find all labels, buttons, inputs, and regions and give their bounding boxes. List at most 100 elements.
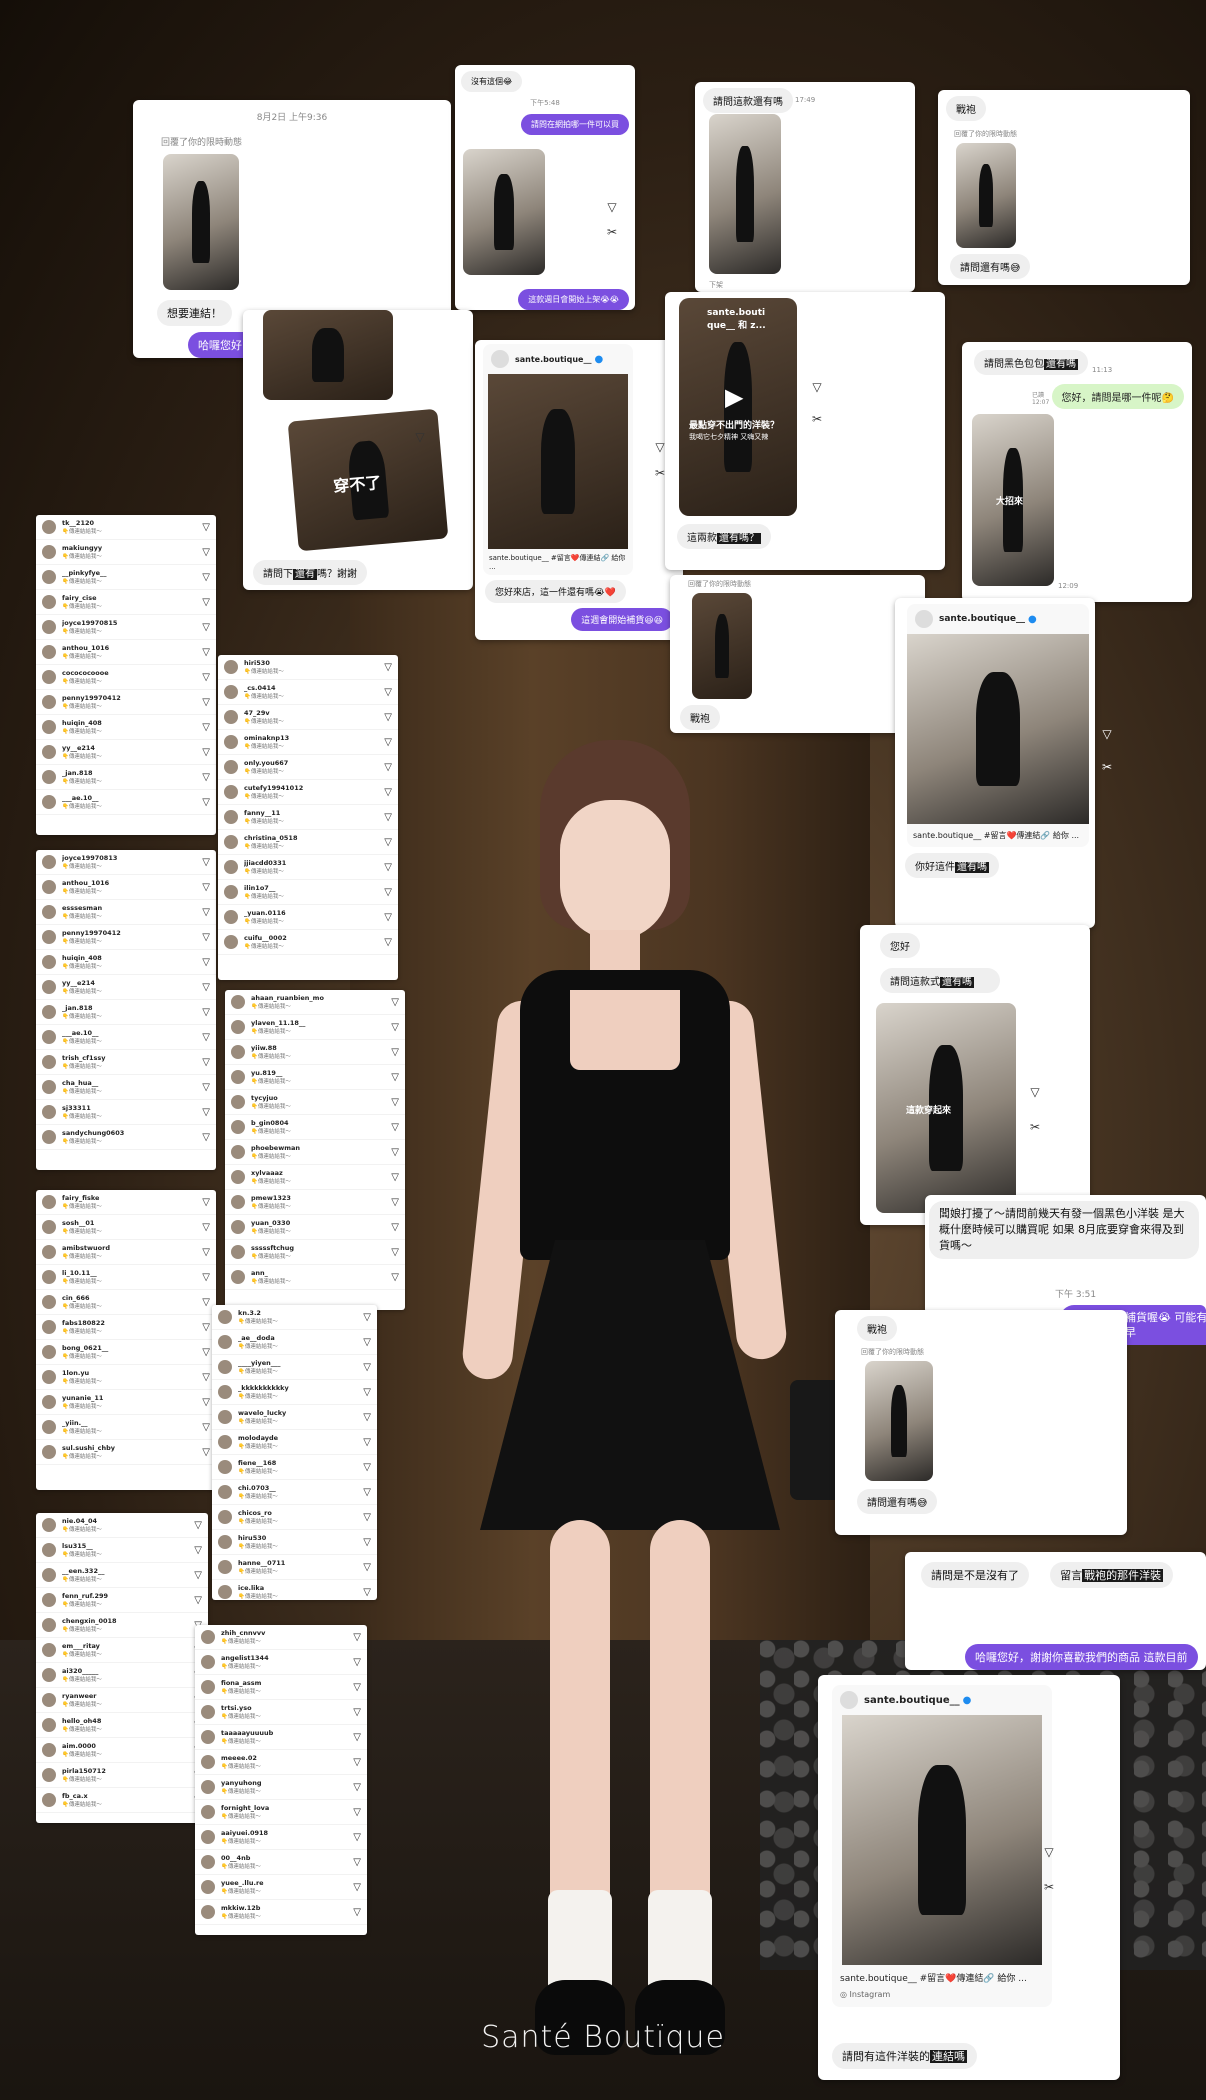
send-icon[interactable]: ▽ xyxy=(202,882,210,893)
comment-row[interactable]: fiene__168 👇傳連結給我～ ▽ xyxy=(212,1455,377,1480)
comment-row[interactable]: mkkiw.12b 👇傳連結給我～ ▽ xyxy=(195,1900,367,1925)
comment-row[interactable]: _yiin.__ 👇傳連結給我～ ▽ xyxy=(36,1415,216,1440)
comment-row[interactable]: fabs180822 👇傳連結給我～ ▽ xyxy=(36,1315,216,1340)
send-icon[interactable]: ▽ xyxy=(202,1397,210,1408)
comment-row[interactable]: hanne__0711 👇傳連結給我～ ▽ xyxy=(212,1555,377,1580)
send-icon[interactable]: ▽ xyxy=(353,1882,361,1893)
comment-row[interactable]: fairy_fiske 👇傳連結給我～ ▽ xyxy=(36,1190,216,1215)
send-icon[interactable]: ▽ xyxy=(391,1072,399,1083)
comment-row[interactable]: cin_666 👇傳連結給我～ ▽ xyxy=(36,1290,216,1315)
comment-row[interactable]: _cs.0414 👇傳連結給我～ ▽ xyxy=(218,680,398,705)
comment-row[interactable]: ahaan_ruanbien_mo 👇傳連結給我～ ▽ xyxy=(225,990,405,1015)
comment-row[interactable]: fenn_ruf.299 👇傳連結給我～ ▽ xyxy=(36,1588,208,1613)
comment-row[interactable]: b_gin0804 👇傳連結給我～ ▽ xyxy=(225,1115,405,1140)
send-icon[interactable]: ▽ xyxy=(391,1197,399,1208)
comment-row[interactable]: angelist1344 👇傳連結給我～ ▽ xyxy=(195,1650,367,1675)
send-icon[interactable]: ▽ xyxy=(353,1682,361,1693)
comment-row[interactable]: _ae__doda 👇傳連結給我～ ▽ xyxy=(212,1330,377,1355)
comment-row[interactable]: joyce19970813 👇傳連結給我～ ▽ xyxy=(36,850,216,875)
send-icon[interactable]: ▽ xyxy=(202,797,210,808)
send-icon[interactable]: ▽ xyxy=(413,430,427,444)
comment-row[interactable]: sosh__01 👇傳連結給我～ ▽ xyxy=(36,1215,216,1240)
send-icon[interactable]: ▽ xyxy=(353,1857,361,1868)
send-icon[interactable]: ▽ xyxy=(384,937,392,948)
comment-row[interactable]: yunanie_11 👇傳連結給我～ ▽ xyxy=(36,1390,216,1415)
comment-row[interactable]: cuifu__0002 👇傳連結給我～ ▽ xyxy=(218,930,398,955)
send-icon[interactable]: ▽ xyxy=(353,1757,361,1768)
send-icon[interactable]: ▽ xyxy=(202,1272,210,1283)
send-icon[interactable]: ▽ xyxy=(1100,727,1114,741)
comment-row[interactable]: anthou_1016 👇傳連結給我～ ▽ xyxy=(36,640,216,665)
story-thumbnail[interactable] xyxy=(163,154,239,290)
comment-row[interactable]: pmew1323 👇傳連結給我～ ▽ xyxy=(225,1190,405,1215)
send-icon[interactable]: ▽ xyxy=(194,1595,202,1606)
send-icon[interactable]: ▽ xyxy=(353,1832,361,1843)
send-icon[interactable]: ▽ xyxy=(202,572,210,583)
send-icon[interactable]: ▽ xyxy=(384,762,392,773)
comment-row[interactable]: aaiyuei.0918 👇傳連結給我～ ▽ xyxy=(195,1825,367,1850)
share-icon[interactable]: ✂ xyxy=(1028,1120,1042,1134)
send-icon[interactable]: ▽ xyxy=(384,737,392,748)
comment-row[interactable]: 1lon.yu 👇傳連結給我～ ▽ xyxy=(36,1365,216,1390)
reel-thumbnail[interactable]: 這款穿起來 xyxy=(876,1003,1016,1213)
send-icon[interactable]: ▽ xyxy=(1028,1085,1042,1099)
send-icon[interactable]: ▽ xyxy=(605,200,619,214)
share-icon[interactable]: ✂ xyxy=(605,225,619,239)
comment-row[interactable]: fanny__11 👇傳連結給我～ ▽ xyxy=(218,805,398,830)
comment-row[interactable]: _yuan.0116 👇傳連結給我～ ▽ xyxy=(218,905,398,930)
send-icon[interactable]: ▽ xyxy=(363,1487,371,1498)
send-icon[interactable]: ▽ xyxy=(202,622,210,633)
post-thumbnail[interactable] xyxy=(463,149,545,275)
send-icon[interactable]: ▽ xyxy=(363,1562,371,1573)
send-icon[interactable]: ▽ xyxy=(384,837,392,848)
comment-row[interactable]: hiri530 👇傳連結給我～ ▽ xyxy=(218,655,398,680)
comment-row[interactable]: ___ae.10__ 👇傳連結給我～ ▽ xyxy=(36,790,216,815)
send-icon[interactable]: ▽ xyxy=(391,1272,399,1283)
send-icon[interactable]: ▽ xyxy=(1042,1845,1056,1859)
comment-row[interactable]: makiungyy 👇傳連結給我～ ▽ xyxy=(36,540,216,565)
comment-row[interactable]: joyce19970815 👇傳連結給我～ ▽ xyxy=(36,615,216,640)
send-icon[interactable]: ▽ xyxy=(363,1587,371,1598)
send-icon[interactable]: ▽ xyxy=(202,932,210,943)
send-icon[interactable]: ▽ xyxy=(391,1147,399,1158)
send-icon[interactable]: ▽ xyxy=(353,1807,361,1818)
comment-row[interactable]: sandychung0603 👇傳連結給我～ ▽ xyxy=(36,1125,216,1150)
send-icon[interactable]: ▽ xyxy=(202,857,210,868)
comment-row[interactable]: yuee_.llu.re 👇傳連結給我～ ▽ xyxy=(195,1875,367,1900)
comment-row[interactable]: chengxin_0018👇傳連結給我～▽ xyxy=(36,1613,208,1638)
comment-row[interactable]: ann_ 👇傳連結給我～ ▽ xyxy=(225,1265,405,1290)
send-icon[interactable]: ▽ xyxy=(384,787,392,798)
comment-row[interactable]: kn.3.2 👇傳連結給我～ ▽ xyxy=(212,1305,377,1330)
comment-row[interactable]: christina_0518 👇傳連結給我～ ▽ xyxy=(218,830,398,855)
send-icon[interactable]: ▽ xyxy=(353,1732,361,1743)
send-icon[interactable]: ▽ xyxy=(202,1057,210,1068)
send-icon[interactable]: ▽ xyxy=(353,1632,361,1643)
send-icon[interactable]: ▽ xyxy=(353,1707,361,1718)
send-icon[interactable]: ▽ xyxy=(384,912,392,923)
send-icon[interactable]: ▽ xyxy=(194,1520,202,1531)
comment-row[interactable]: fairy_cise 👇傳連結給我～ ▽ xyxy=(36,590,216,615)
comment-row[interactable]: trtsi.yso 👇傳連結給我～ ▽ xyxy=(195,1700,367,1725)
comment-row[interactable]: fb_ca.x👇傳連結給我～▽ xyxy=(36,1788,208,1813)
send-icon[interactable]: ▽ xyxy=(384,862,392,873)
send-icon[interactable]: ▽ xyxy=(391,1247,399,1258)
send-icon[interactable]: ▽ xyxy=(194,1570,202,1581)
share-icon[interactable]: ✂ xyxy=(810,412,824,426)
send-icon[interactable]: ▽ xyxy=(384,887,392,898)
comment-row[interactable]: wavelo_lucky 👇傳連結給我～ ▽ xyxy=(212,1405,377,1430)
send-icon[interactable]: ▽ xyxy=(384,687,392,698)
comment-row[interactable]: tycyjuo 👇傳連結給我～ ▽ xyxy=(225,1090,405,1115)
comment-row[interactable]: yu.819__ 👇傳連結給我～ ▽ xyxy=(225,1065,405,1090)
send-icon[interactable]: ▽ xyxy=(202,647,210,658)
send-icon[interactable]: ▽ xyxy=(202,697,210,708)
send-icon[interactable]: ▽ xyxy=(391,1097,399,1108)
send-icon[interactable]: ▽ xyxy=(353,1907,361,1918)
send-icon[interactable]: ▽ xyxy=(202,747,210,758)
comment-row[interactable]: cocococoooe 👇傳連結給我～ ▽ xyxy=(36,665,216,690)
send-icon[interactable]: ▽ xyxy=(384,662,392,673)
send-icon[interactable]: ▽ xyxy=(363,1512,371,1523)
comment-row[interactable]: hiru530 👇傳連結給我～ ▽ xyxy=(212,1530,377,1555)
send-icon[interactable]: ▽ xyxy=(202,1007,210,1018)
comment-row[interactable]: phoebewman 👇傳連結給我～ ▽ xyxy=(225,1140,405,1165)
send-icon[interactable]: ▽ xyxy=(202,1032,210,1043)
